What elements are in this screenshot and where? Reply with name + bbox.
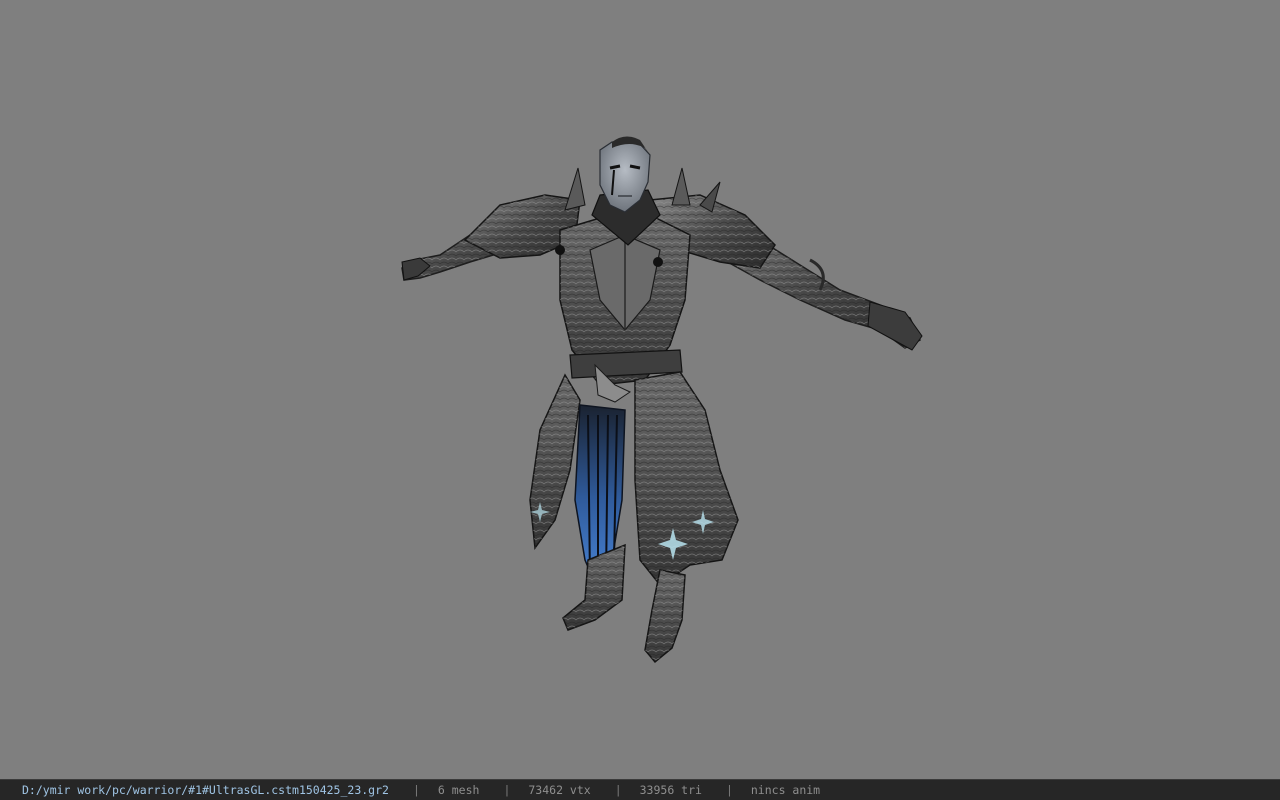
triangle-count: 33956 tri bbox=[639, 783, 702, 797]
separator: | bbox=[614, 783, 622, 797]
separator: | bbox=[412, 783, 420, 797]
animation-status: nincs anim bbox=[750, 783, 821, 797]
character-model[interactable] bbox=[0, 0, 1280, 779]
separator: | bbox=[725, 783, 733, 797]
file-path-label: D:/ymir work/pc/warrior/#1#UltrasGL.cstm… bbox=[22, 783, 389, 797]
status-bar: D:/ymir work/pc/warrior/#1#UltrasGL.cstm… bbox=[0, 779, 1280, 800]
vertex-count: 73462 vtx bbox=[528, 783, 591, 797]
armor-skirt bbox=[529, 371, 739, 587]
mesh-count: 6 mesh bbox=[437, 783, 480, 797]
3d-viewport[interactable] bbox=[0, 0, 1280, 779]
separator: | bbox=[503, 783, 511, 797]
